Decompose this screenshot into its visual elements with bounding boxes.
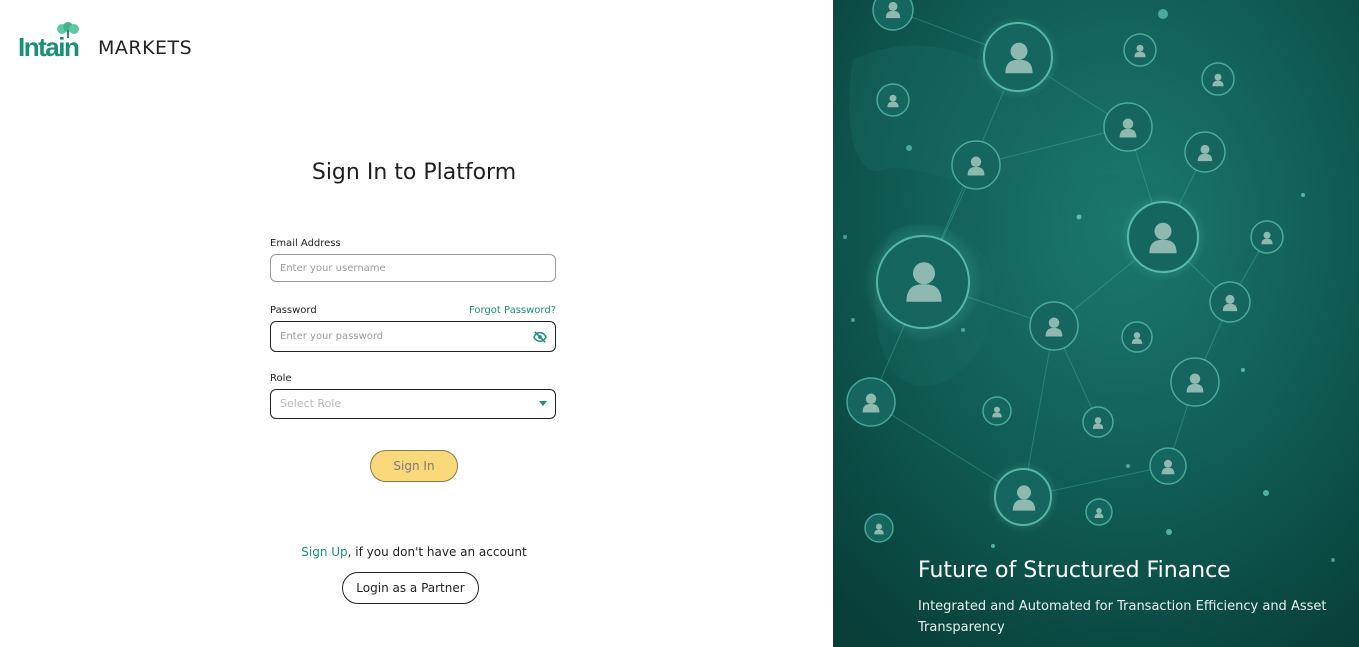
role-label: Role: [270, 373, 292, 384]
signup-prompt-text: , if you don't have an account: [347, 545, 527, 559]
logo-mark: Intain: [18, 22, 96, 62]
forgot-password-link[interactable]: Forgot Password?: [469, 305, 556, 316]
brand-logo[interactable]: Intain MARKETS: [18, 18, 192, 62]
login-panel: Intain MARKETS Sign In to Platform Email…: [0, 0, 833, 647]
logo-suffix: MARKETS: [98, 37, 193, 59]
hero-subtitle: Integrated and Automated for Transaction…: [918, 599, 1327, 635]
role-select-placeholder: Select Role: [280, 397, 342, 410]
password-field-wrapper: [270, 321, 556, 352]
caret-down-icon: [539, 401, 547, 406]
password-input[interactable]: [271, 322, 520, 351]
password-label: Password: [270, 305, 317, 316]
email-label: Email Address: [270, 238, 341, 249]
role-select[interactable]: Select Role: [270, 389, 556, 419]
sign-in-button[interactable]: Sign In: [370, 450, 458, 482]
page-title: Sign In to Platform: [311, 160, 517, 185]
eye-slash-icon[interactable]: [533, 330, 547, 344]
signup-prompt: Sign Up, if you don't have an account: [0, 545, 828, 559]
email-field-wrapper: [270, 254, 556, 282]
login-as-partner-button[interactable]: Login as a Partner: [342, 572, 479, 604]
hero-panel: Future of Structured Finance Integrated …: [833, 0, 1359, 647]
email-input[interactable]: [271, 255, 520, 281]
hero-title: Future of Structured Finance: [918, 558, 1231, 583]
sign-up-link[interactable]: Sign Up: [301, 545, 347, 559]
login-page: Intain MARKETS Sign In to Platform Email…: [0, 0, 1359, 647]
network-illustration: [833, 0, 1359, 647]
logo-text: Intain: [18, 32, 80, 62]
